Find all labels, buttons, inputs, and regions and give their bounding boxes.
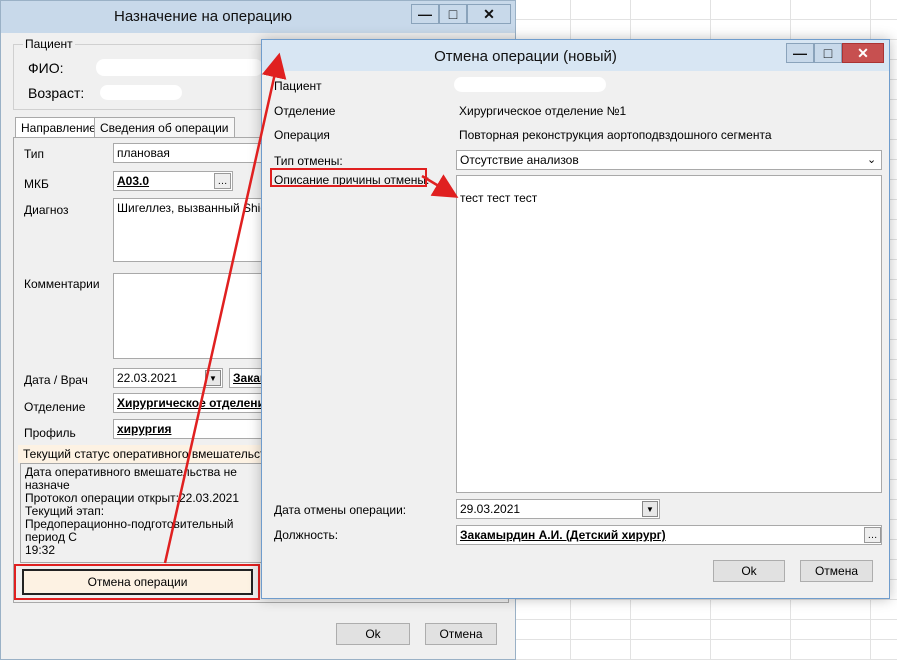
- ok-button[interactable]: Ok: [713, 560, 785, 582]
- maximize-button[interactable]: □: [439, 4, 467, 24]
- status-line: 19:32: [25, 543, 56, 557]
- close-button[interactable]: ✕: [467, 4, 511, 24]
- highlight-reason-label: [270, 168, 427, 187]
- main-titlebar: Назначение на операцию — □ ✕: [1, 1, 515, 33]
- age-value-redacted: [100, 85, 182, 100]
- status-line: Дата оперативного вмешательства не назна…: [25, 465, 237, 492]
- chevron-down-icon[interactable]: ⌄: [867, 153, 876, 166]
- cancel-date-label: Дата отмены операции:: [274, 503, 407, 517]
- cancel-button[interactable]: Отмена: [800, 560, 873, 582]
- position-field[interactable]: Закамырдин А.И. (Детский хирург): [456, 525, 882, 545]
- cancel-type-select[interactable]: Отсутствие анализов: [456, 150, 882, 170]
- profile-field[interactable]: хирургия: [113, 419, 273, 439]
- diagnosis-label: Диагноз: [24, 203, 69, 217]
- comments-field[interactable]: [113, 273, 273, 359]
- tab-direction[interactable]: Направление: [15, 117, 102, 138]
- fio-value-redacted: [96, 59, 263, 76]
- highlight-cancel-operation: [14, 564, 260, 600]
- status-header: Текущий статус оперативного вмешательств…: [23, 447, 279, 461]
- status-line: Предоперационно-подготовительный период …: [25, 517, 234, 544]
- mkb-label: МКБ: [24, 177, 49, 191]
- reason-text: тест тест тест: [460, 191, 538, 205]
- date-dropdown-icon[interactable]: ▼: [205, 370, 221, 386]
- cancel-button[interactable]: Отмена: [425, 623, 497, 645]
- patient-value-redacted: [454, 77, 606, 92]
- minimize-button[interactable]: —: [786, 43, 814, 63]
- profile-label: Профиль: [24, 426, 76, 440]
- close-button[interactable]: ✕: [842, 43, 884, 63]
- comments-label: Комментарии: [24, 277, 100, 291]
- type-field[interactable]: плановая: [113, 143, 273, 163]
- position-label: Должность:: [274, 528, 339, 542]
- cancel-window-titlebar: Отмена операции (новый) — □ ✕: [262, 40, 889, 71]
- department-label: Отделение: [274, 104, 336, 118]
- mkb-browse-button[interactable]: …: [214, 173, 231, 189]
- main-window-title: Назначение на операцию: [113, 8, 292, 25]
- department-value: Хирургическое отделение №1: [459, 104, 627, 118]
- date-doctor-label: Дата / Врач: [24, 373, 88, 387]
- type-label: Тип: [24, 147, 45, 161]
- position-browse-button[interactable]: …: [864, 527, 881, 543]
- cancel-window-client: Пациент Отделение Хирургическое отделени…: [270, 71, 882, 590]
- patient-label: Пациент: [274, 79, 322, 93]
- operation-label: Операция: [274, 128, 330, 142]
- patient-group-legend: Пациент: [23, 37, 75, 51]
- cancel-operation-window: Отмена операции (новый) — □ ✕ Пациент От…: [261, 39, 890, 599]
- reason-textarea[interactable]: тест тест тест: [456, 175, 882, 493]
- minimize-button[interactable]: —: [411, 4, 439, 24]
- tab-operation-info[interactable]: Сведения об операции: [94, 117, 235, 137]
- operation-value: Повторная реконструкция аортоподвздошног…: [459, 128, 772, 142]
- cancel-date-field[interactable]: 29.03.2021: [456, 499, 660, 519]
- ok-button[interactable]: Ok: [336, 623, 410, 645]
- age-label: Возраст:: [28, 85, 85, 101]
- fio-label: ФИО:: [28, 60, 64, 76]
- maximize-button[interactable]: □: [814, 43, 842, 63]
- department-label: Отделение: [24, 400, 86, 414]
- diagnosis-field[interactable]: Шигеллез, вызванный Shigel: [113, 198, 273, 262]
- cancel-type-label: Тип отмены:: [274, 154, 343, 168]
- date-dropdown-icon[interactable]: ▼: [642, 501, 658, 517]
- status-text-area: Дата оперативного вмешательства не назна…: [20, 463, 270, 563]
- department-field[interactable]: Хирургическое отделени: [113, 393, 273, 413]
- cancel-window-title: Отмена операции (новый): [434, 48, 617, 65]
